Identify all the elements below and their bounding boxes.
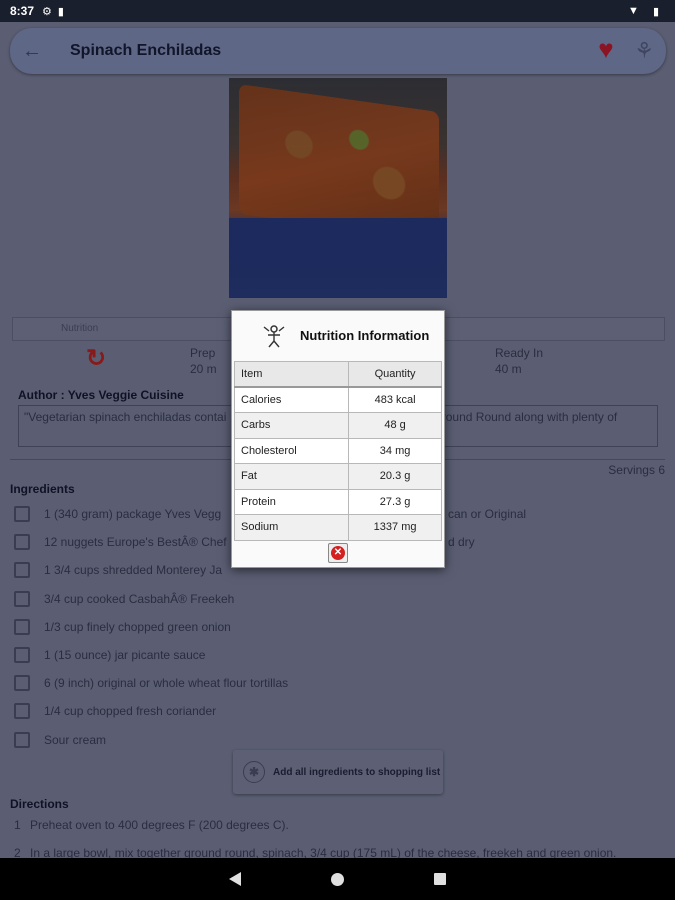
recipe-author: Author : Yves Veggie Cuisine bbox=[18, 388, 184, 402]
battery-icon: ▮ bbox=[652, 5, 659, 18]
add-to-shopping-list-button[interactable]: ✱ Add all ingredients to shopping list bbox=[233, 750, 443, 794]
system-nav-bar bbox=[0, 858, 675, 900]
checkbox[interactable] bbox=[14, 590, 30, 607]
ingredient-text-tail: d dry bbox=[448, 535, 475, 550]
checkbox[interactable] bbox=[14, 562, 30, 579]
share-icon[interactable]: ⚘ bbox=[634, 38, 654, 64]
add-button-label: Add all ingredients to shopping list bbox=[273, 766, 441, 778]
nutrition-dialog: Nutrition Information Item Quantity Calo… bbox=[231, 310, 445, 568]
servings-count: Servings 6 bbox=[608, 463, 665, 477]
table-row: Sodium 1337 mg bbox=[233, 514, 442, 541]
ingredient-text: 1 (340 gram) package Yves Vegg bbox=[44, 507, 222, 522]
nutrition-table: Item Quantity Calories 483 kcal Carbs 48 g… bbox=[233, 361, 442, 541]
ingredient-text: 1 (15 ounce) jar picante sauce bbox=[44, 648, 206, 663]
nav-recents-icon[interactable] bbox=[434, 873, 446, 885]
close-dialog-button[interactable]: ✕ bbox=[328, 543, 348, 563]
checkbox[interactable] bbox=[14, 618, 30, 635]
prep-value: 20 m bbox=[190, 362, 217, 376]
table-row: Carbs 48 g bbox=[233, 412, 442, 439]
ingredient-item[interactable]: 1 (15 ounce) jar picante sauce bbox=[14, 641, 664, 669]
ingredient-item[interactable]: 3/4 cup cooked CasbahÂ® Freekeh bbox=[14, 585, 664, 613]
checkbox[interactable] bbox=[14, 647, 30, 664]
ingredient-text: 1 3/4 cups shredded Monterey Ja bbox=[44, 563, 223, 578]
status-bar: 8:37 ⚙ ▮ ▼ ▮ bbox=[0, 0, 675, 22]
cart-icon: ✱ bbox=[243, 761, 265, 783]
ingredient-text: 12 nuggets Europe's BestÂ® Chef bbox=[44, 535, 227, 550]
ingredient-item[interactable]: 1/3 cup finely chopped green onion bbox=[14, 613, 664, 641]
nav-back-icon[interactable] bbox=[229, 872, 241, 886]
table-row: Cholesterol 34 mg bbox=[233, 437, 442, 464]
checkbox[interactable] bbox=[14, 703, 30, 720]
app-toolbar: ← Spinach Enchiladas ⚘ bbox=[10, 28, 666, 74]
checkbox[interactable] bbox=[14, 731, 30, 748]
nav-home-icon[interactable] bbox=[331, 872, 344, 886]
ingredient-text: 1/4 cup chopped fresh coriander bbox=[44, 704, 217, 719]
page-title: Spinach Enchiladas bbox=[70, 42, 222, 59]
sd-card-icon: ▮ bbox=[57, 5, 64, 18]
table-row: Protein 27.3 g bbox=[233, 488, 442, 515]
nutrition-icon bbox=[260, 321, 288, 349]
ingredient-item[interactable]: 6 (9 inch) original or whole wheat flour… bbox=[14, 669, 664, 697]
refresh-icon[interactable]: ↻ bbox=[86, 346, 112, 372]
recipe-photo bbox=[229, 78, 447, 298]
table-header-row: Item Quantity bbox=[233, 361, 442, 388]
checkbox[interactable] bbox=[14, 506, 30, 523]
ready-label: Ready In bbox=[495, 346, 544, 360]
dialog-title: Nutrition Information bbox=[300, 327, 430, 343]
ingredient-text: 1/3 cup finely chopped green onion bbox=[44, 619, 231, 634]
close-icon: ✕ bbox=[331, 546, 345, 560]
wifi-icon: ▼ bbox=[628, 5, 639, 17]
column-header-quantity: Quantity bbox=[348, 361, 442, 388]
directions-heading: Directions bbox=[10, 797, 69, 811]
back-arrow-icon[interactable]: ← bbox=[22, 40, 52, 63]
checkbox[interactable] bbox=[14, 534, 30, 551]
ingredient-text-tail: can or Original bbox=[448, 507, 527, 522]
description-start: "Vegetarian spinach enchiladas contai bbox=[24, 410, 227, 424]
ready-value: 40 m bbox=[495, 362, 522, 376]
table-row: Calories 483 kcal bbox=[233, 386, 442, 413]
table-row: Fat 20.3 g bbox=[233, 463, 442, 490]
dialog-header: Nutrition Information bbox=[232, 311, 444, 359]
direction-step: 1 Preheat oven to 400 degrees F (200 degr… bbox=[14, 818, 289, 832]
tab-nutrition[interactable]: Nutrition bbox=[61, 323, 98, 334]
checkbox[interactable] bbox=[14, 675, 30, 692]
ingredient-item[interactable]: 1/4 cup chopped fresh coriander bbox=[14, 697, 664, 725]
ingredient-text: 6 (9 inch) original or whole wheat flour… bbox=[44, 676, 289, 691]
ingredient-text: 3/4 cup cooked CasbahÂ® Freekeh bbox=[44, 591, 235, 606]
status-time: 8:37 bbox=[10, 4, 35, 18]
favorite-heart-icon[interactable] bbox=[598, 38, 622, 62]
column-header-item: Item bbox=[233, 361, 350, 388]
ingredients-heading: Ingredients bbox=[10, 482, 75, 496]
prep-label: Prep bbox=[190, 346, 216, 360]
settings-icon: ⚙ bbox=[42, 5, 52, 18]
ingredient-text: Sour cream bbox=[44, 732, 107, 747]
